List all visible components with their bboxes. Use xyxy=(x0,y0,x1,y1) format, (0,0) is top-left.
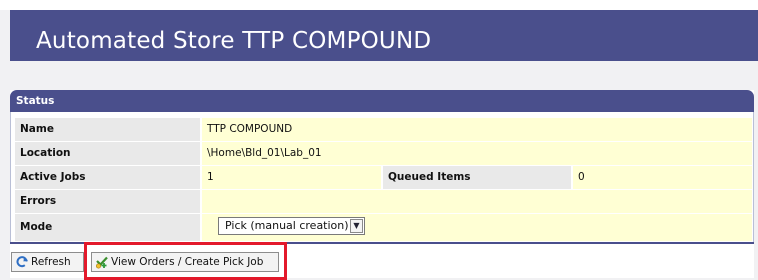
errors-label: Errors xyxy=(15,190,200,213)
status-panel-title: Status xyxy=(16,95,55,107)
refresh-button[interactable]: Refresh xyxy=(11,252,84,272)
active-jobs-label: Active Jobs xyxy=(15,166,200,189)
location-label: Location xyxy=(15,142,200,165)
refresh-label: Refresh xyxy=(31,256,71,268)
status-panel-header: Status xyxy=(10,90,754,112)
refresh-icon xyxy=(15,255,29,269)
page-title: Automated Store TTP COMPOUND xyxy=(36,28,432,54)
page-header: Automated Store TTP COMPOUND xyxy=(10,10,758,61)
errors-value xyxy=(202,190,752,213)
mode-select[interactable]: Pick (manual creation) ▼ xyxy=(218,217,365,235)
queued-items-label: Queued Items xyxy=(383,166,571,189)
active-jobs-value: 1 xyxy=(202,166,381,189)
name-row: Name TTP COMPOUND xyxy=(15,118,752,142)
highlight-box xyxy=(84,242,287,280)
errors-row: Errors xyxy=(15,190,752,214)
status-grid: Name TTP COMPOUND Location \Home\Bld_01\… xyxy=(10,112,754,242)
queued-items-value: 0 xyxy=(573,166,752,189)
mode-selected-value: Pick (manual creation) xyxy=(225,219,349,232)
mode-row: Mode Pick (manual creation) ▼ xyxy=(15,214,752,241)
name-label: Name xyxy=(15,118,200,141)
jobs-row: Active Jobs 1 Queued Items 0 xyxy=(15,166,752,190)
location-row: Location \Home\Bld_01\Lab_01 xyxy=(15,142,752,166)
name-value: TTP COMPOUND xyxy=(202,118,752,141)
chevron-down-icon[interactable]: ▼ xyxy=(350,219,363,233)
mode-label: Mode xyxy=(15,214,200,241)
location-value: \Home\Bld_01\Lab_01 xyxy=(202,142,752,165)
